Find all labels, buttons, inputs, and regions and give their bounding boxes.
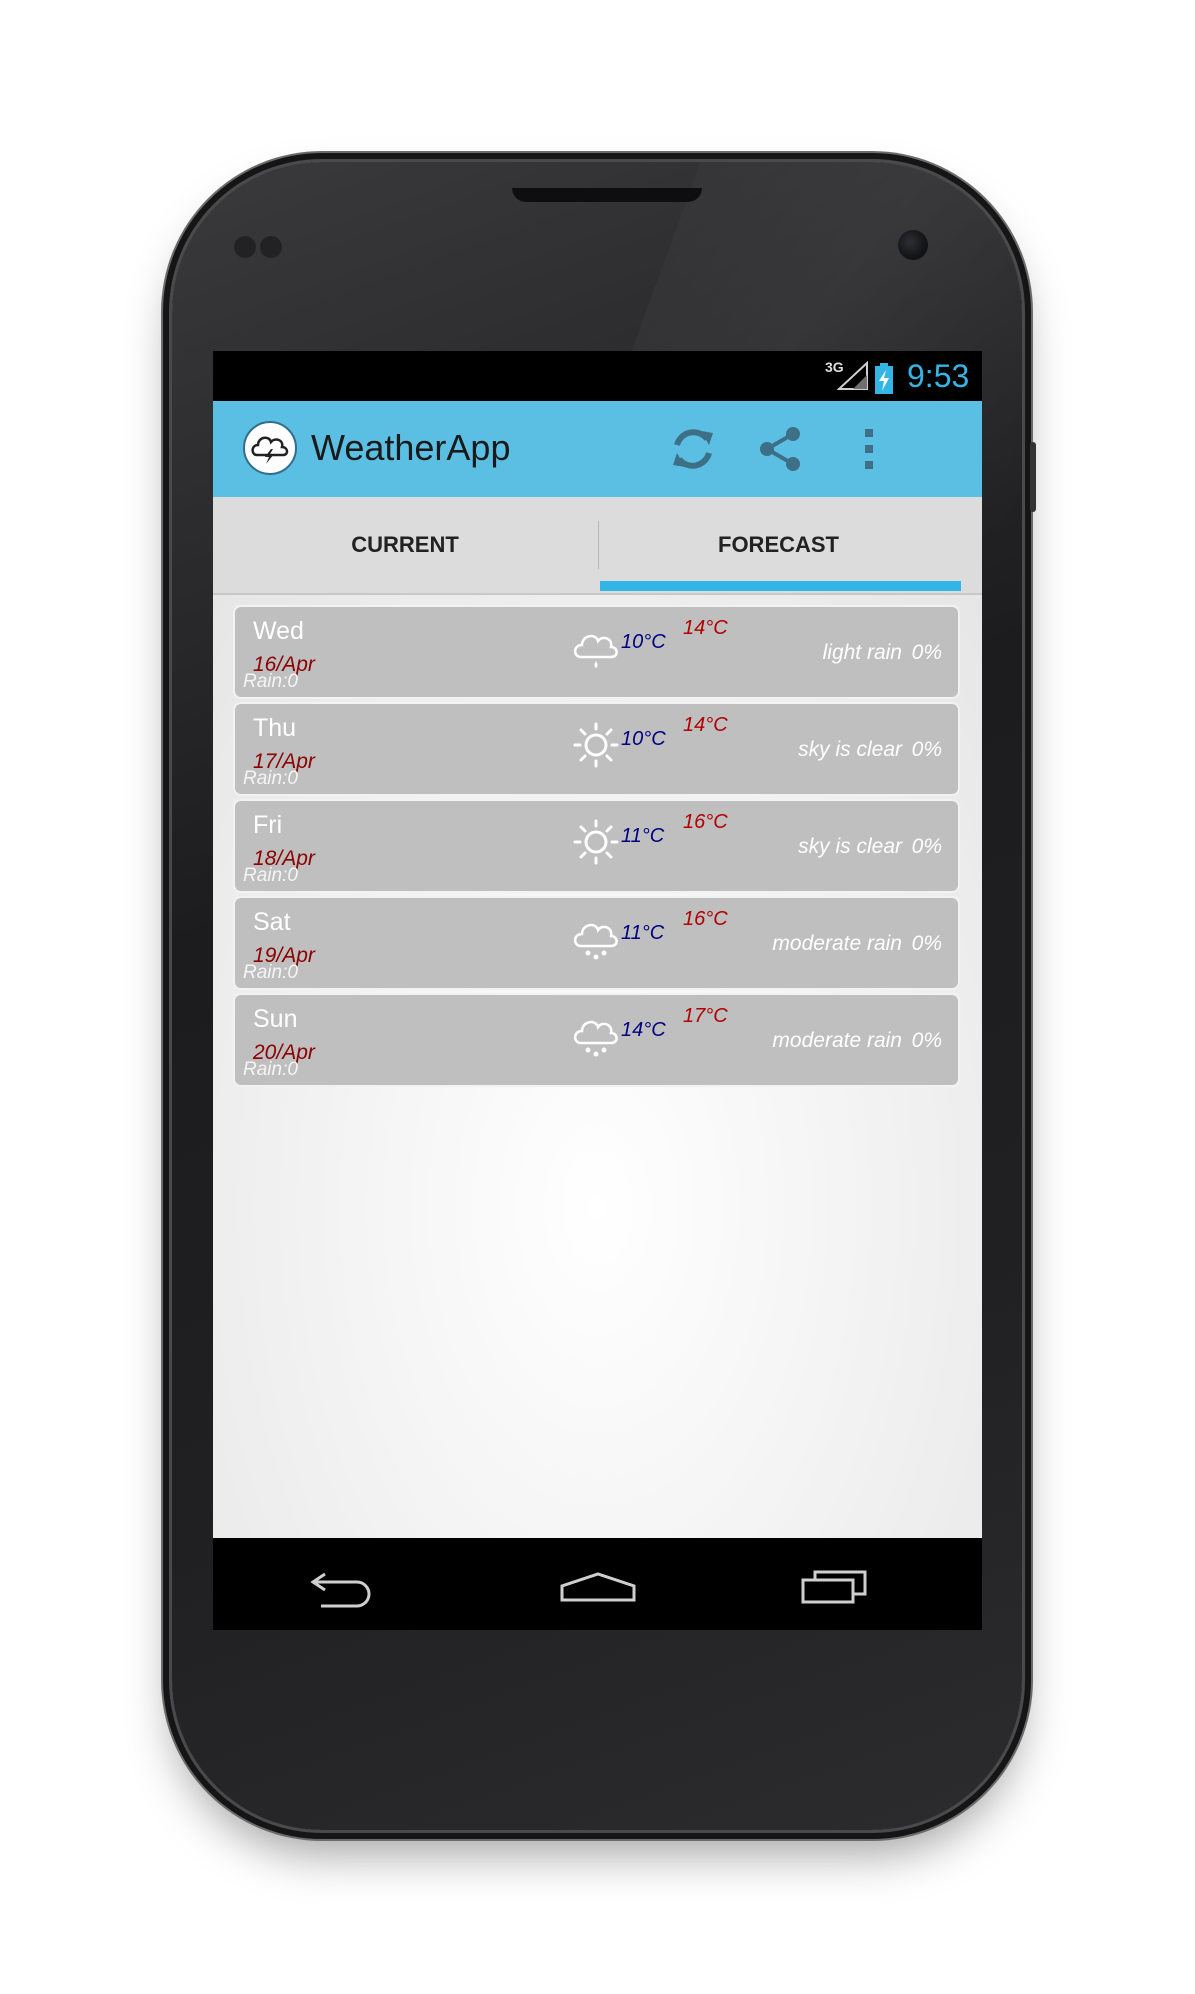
clock: 9:53: [907, 358, 970, 394]
forecast-precip-percent: 0%: [911, 932, 942, 955]
sun-icon: [573, 819, 619, 865]
forecast-row-thu[interactable]: Thu 17/Apr Rain:0 10°C 14°C sky is clear…: [233, 702, 960, 796]
forecast-description: moderate rain: [772, 932, 902, 955]
forecast-min-temp: 10°C: [621, 631, 666, 653]
recent-apps-icon[interactable]: [783, 1558, 883, 1610]
forecast-rain: Rain:0: [243, 962, 298, 983]
forecast-rain: Rain:0: [243, 1059, 298, 1080]
forecast-precip-percent: 0%: [911, 1029, 942, 1052]
forecast-description: sky is clear: [798, 738, 902, 761]
forecast-min-temp: 11°C: [621, 922, 665, 944]
back-icon[interactable]: [295, 1558, 395, 1610]
navigation-bar: [213, 1538, 982, 1630]
proximity-sensor: [234, 236, 256, 258]
battery-charging-icon: [875, 363, 893, 394]
app-title: WeatherApp: [311, 427, 511, 468]
signal-icon: [836, 361, 868, 390]
rain-cloud-icon: [573, 1020, 618, 1057]
forecast-list: Wed 16/Apr Rain:0 10°C 14°C light rain 0…: [213, 595, 982, 1538]
rain-cloud-icon: [573, 923, 618, 960]
forecast-max-temp: 17°C: [683, 1005, 728, 1027]
forecast-min-temp: 11°C: [621, 825, 665, 847]
forecast-description: moderate rain: [772, 1029, 902, 1052]
forecast-max-temp: 16°C: [683, 811, 728, 833]
tab-current[interactable]: CURRENT: [213, 497, 597, 593]
forecast-description: sky is clear: [798, 835, 902, 858]
front-camera: [898, 230, 928, 260]
overflow-menu-icon[interactable]: [839, 419, 899, 479]
forecast-row-sun[interactable]: Sun 20/Apr Rain:0 14°C 17°C moderate rai…: [233, 993, 960, 1087]
forecast-rain: Rain:0: [243, 768, 298, 789]
earpiece-speaker: [512, 188, 702, 202]
forecast-row-fri[interactable]: Fri 18/Apr Rain:0 11°C 16°C sky is clear…: [233, 799, 960, 893]
sun-icon: [573, 722, 619, 768]
forecast-max-temp: 16°C: [683, 908, 728, 930]
status-bar: 3G 9:53: [213, 351, 982, 401]
forecast-day: Fri: [253, 811, 283, 839]
forecast-day: Thu: [253, 714, 297, 742]
forecast-max-temp: 14°C: [683, 714, 728, 736]
light-sensor: [260, 236, 282, 258]
weather-logo-icon[interactable]: [243, 421, 297, 475]
forecast-rain: Rain:0: [243, 671, 298, 692]
forecast-row-sat[interactable]: Sat 19/Apr Rain:0 11°C 16°C moderate rai…: [233, 896, 960, 990]
selected-tab-indicator: [600, 581, 961, 591]
action-bar: WeatherApp: [213, 401, 982, 497]
forecast-rain: Rain:0: [243, 865, 298, 886]
forecast-day: Sun: [253, 1005, 298, 1033]
forecast-description: light rain: [822, 641, 902, 664]
tab-forecast[interactable]: FORECAST: [599, 497, 958, 593]
forecast-min-temp: 14°C: [621, 1019, 666, 1041]
forecast-min-temp: 10°C: [621, 728, 666, 750]
forecast-row-wed[interactable]: Wed 16/Apr Rain:0 10°C 14°C light rain 0…: [233, 605, 960, 699]
tab-bar: CURRENT FORECAST: [213, 497, 982, 595]
forecast-precip-percent: 0%: [911, 738, 942, 761]
home-icon[interactable]: [548, 1558, 648, 1610]
forecast-precip-percent: 0%: [911, 835, 942, 858]
forecast-day: Sat: [253, 908, 291, 936]
forecast-day: Wed: [253, 617, 304, 645]
power-button: [1030, 442, 1036, 512]
rain-cloud-icon: [573, 634, 618, 668]
refresh-icon[interactable]: [663, 419, 723, 479]
forecast-precip-percent: 0%: [911, 641, 942, 664]
forecast-max-temp: 14°C: [683, 617, 728, 639]
screen: 3G 9:53 WeatherApp CURRENT FORECAST Wed …: [213, 351, 982, 1630]
share-icon[interactable]: [751, 419, 811, 479]
